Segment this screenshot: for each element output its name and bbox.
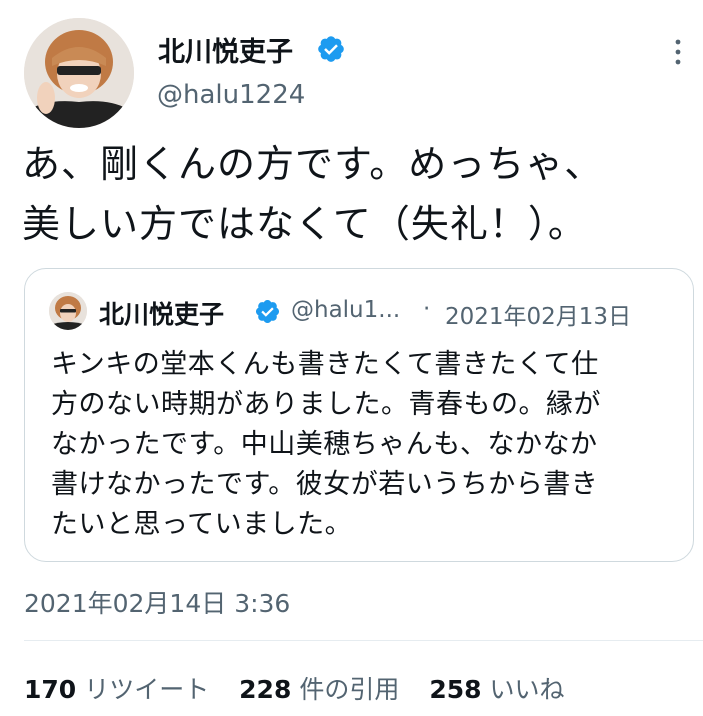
meta-separator: · — [423, 296, 431, 322]
tweet-line: 美しい方ではなくて（失礼！）。 — [22, 202, 587, 246]
quoted-author-name: 北川悦吏子 — [99, 300, 225, 329]
quoted-tweet-text: キンキの堂本くんも書きたくて書きたくて仕 方のない時期がありました。青春もの。縁… — [51, 345, 681, 545]
verified-badge-icon — [255, 299, 280, 324]
author-avatar[interactable] — [24, 18, 134, 128]
author-name[interactable]: 北川悦吏子 — [158, 30, 293, 69]
quotes-stat[interactable]: 228 件の引用 — [239, 670, 399, 706]
verified-badge-icon — [318, 36, 344, 62]
quoted-author-avatar — [49, 292, 87, 330]
divider — [24, 640, 703, 641]
quote-label: 件の引用 — [299, 675, 400, 704]
quoted-line: 方のない時期がありました。青春もの。縁が — [51, 389, 601, 420]
quoted-tweet-date: 2021年02月13日 — [445, 304, 632, 330]
quote-count: 228 — [239, 675, 292, 704]
more-vertical-icon[interactable] — [666, 36, 690, 72]
tweet-text: あ、剛くんの方です。めっちゃ、 美しい方ではなくて（失礼！）。 — [22, 134, 682, 254]
retweet-label: リツイート — [84, 675, 210, 704]
engagement-stats: 170 リツイート 228 件の引用 258 いいね — [24, 670, 587, 706]
tweet-timestamp[interactable]: 2021年02月14日 3:36 — [24, 584, 290, 620]
retweets-stat[interactable]: 170 リツイート — [24, 670, 209, 706]
quoted-line: キンキの堂本くんも書きたくて書きたくて仕 — [51, 349, 599, 380]
tweet-line: あ、剛くんの方です。めっちゃ、 — [22, 142, 604, 186]
likes-stat[interactable]: 258 いいね — [429, 670, 564, 706]
like-label: いいね — [489, 675, 565, 704]
quoted-line: たいと思っていました。 — [51, 509, 353, 540]
quoted-line: なかったです。中山美穂ちゃんも、なかなか — [51, 429, 598, 460]
quoted-author-handle: @halu1... — [291, 297, 401, 323]
retweet-count: 170 — [24, 675, 77, 704]
like-count: 258 — [429, 675, 482, 704]
author-handle[interactable]: @halu1224 — [157, 80, 305, 110]
quoted-tweet-card[interactable]: 北川悦吏子 @halu1... · 2021年02月13日 キンキの堂本くんも書… — [24, 268, 694, 562]
quoted-line: 書けなかったです。彼女が若いうちから書き — [51, 469, 599, 500]
